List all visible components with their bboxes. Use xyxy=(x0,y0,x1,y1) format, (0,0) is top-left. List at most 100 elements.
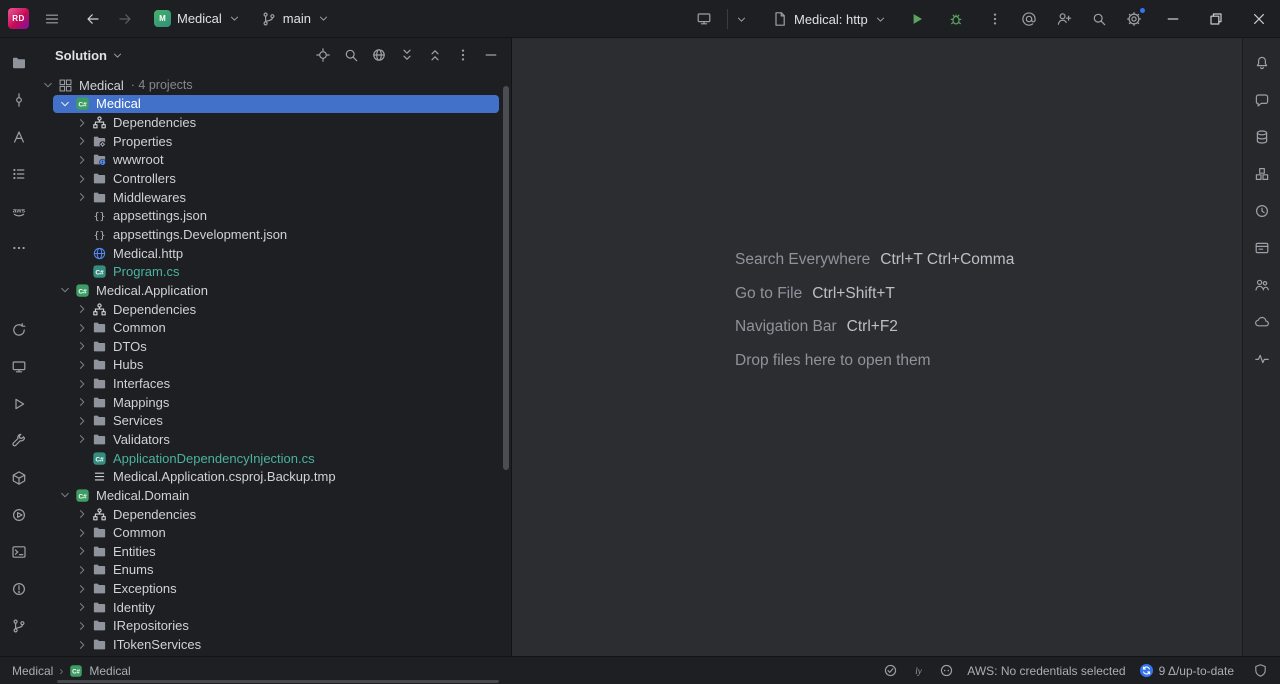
tree-item-common[interactable]: Common xyxy=(38,523,511,542)
chevron-right-icon[interactable] xyxy=(73,414,90,428)
tool-button-nuget[interactable] xyxy=(1248,160,1276,188)
tree-item-validators[interactable]: Validators xyxy=(38,430,511,449)
tree-item-services[interactable]: Services xyxy=(38,412,511,431)
breadcrumb-item[interactable]: Medical xyxy=(12,664,53,678)
git-sync-widget[interactable]: 9 Δ/up-to-date xyxy=(1139,663,1234,678)
tree-item-medical-domain[interactable]: C#Medical.Domain xyxy=(38,486,511,505)
chevron-right-icon[interactable] xyxy=(73,432,90,446)
collapse-all-button[interactable] xyxy=(425,45,445,65)
main-menu-button[interactable] xyxy=(37,4,67,34)
copilot-icon[interactable] xyxy=(939,663,954,678)
tree-item-dependencies[interactable]: Dependencies xyxy=(38,300,511,319)
tree-item-middlewares[interactable]: Middlewares xyxy=(38,188,511,207)
tool-button-restore[interactable] xyxy=(5,316,33,344)
panel-title-chevron-icon[interactable] xyxy=(111,49,124,62)
tree-item-medical[interactable]: C#Medical xyxy=(38,95,511,114)
tree-item-common[interactable]: Common xyxy=(38,318,511,337)
rider-logo[interactable]: RD xyxy=(8,8,29,29)
tree-item-exceptions[interactable]: Exceptions xyxy=(38,579,511,598)
tool-button-profiler[interactable] xyxy=(1248,345,1276,373)
tree-item-medical[interactable]: Medical· 4 projects xyxy=(38,76,511,95)
tree-item-wwwroot[interactable]: wwwroot xyxy=(38,151,511,170)
chevron-right-icon[interactable] xyxy=(73,526,90,540)
chevron-right-icon[interactable] xyxy=(73,134,90,148)
horizontal-scrollbar[interactable] xyxy=(57,680,499,683)
grammar-icon[interactable]: ly xyxy=(911,663,926,678)
project-selector[interactable]: M Medical xyxy=(147,4,248,34)
more-options-button[interactable] xyxy=(453,45,473,65)
more-run-options-button[interactable] xyxy=(980,4,1010,34)
tree-item-medical-application[interactable]: C#Medical.Application xyxy=(38,281,511,300)
shield-icon[interactable] xyxy=(1253,663,1268,678)
back-button[interactable] xyxy=(78,4,108,34)
locate-file-button[interactable] xyxy=(313,45,333,65)
tool-button-solution-explorer[interactable] xyxy=(5,49,33,77)
tool-button-version-control[interactable] xyxy=(5,612,33,640)
run-button[interactable] xyxy=(902,4,932,34)
tree-item-enums[interactable]: Enums xyxy=(38,561,511,580)
chevron-down-icon[interactable] xyxy=(56,283,73,297)
tree-item-interfaces[interactable]: Interfaces xyxy=(38,374,511,393)
tool-button-device-manager[interactable] xyxy=(5,353,33,381)
settings-button[interactable] xyxy=(1119,4,1149,34)
tool-button-database[interactable] xyxy=(1248,123,1276,151)
device-button[interactable] xyxy=(689,4,719,34)
tree-item-identity[interactable]: Identity xyxy=(38,598,511,617)
chevron-right-icon[interactable] xyxy=(73,544,90,558)
tool-button-endpoints[interactable] xyxy=(1248,234,1276,262)
tool-button-ai-assistant[interactable] xyxy=(5,123,33,151)
tree-item-medical-application-csproj-backup-tmp[interactable]: Medical.Application.csproj.Backup.tmp xyxy=(38,467,511,486)
minimize-button[interactable] xyxy=(1151,0,1194,38)
chevron-right-icon[interactable] xyxy=(73,582,90,596)
tree-item-medical-http[interactable]: Medical.http xyxy=(38,244,511,263)
chevron-down-icon[interactable] xyxy=(39,78,56,92)
tool-button-local-history[interactable] xyxy=(1248,197,1276,225)
tree-item-dependencies[interactable]: Dependencies xyxy=(38,113,511,132)
invite-user-button[interactable] xyxy=(1049,4,1079,34)
tool-button-services[interactable] xyxy=(5,501,33,529)
chevron-right-icon[interactable] xyxy=(73,600,90,614)
chevron-down-icon[interactable] xyxy=(56,97,73,111)
tree-item-dependencies[interactable]: Dependencies xyxy=(38,505,511,524)
branch-selector[interactable]: main xyxy=(254,4,337,34)
tool-button-structure[interactable] xyxy=(5,160,33,188)
tool-button-notifications[interactable] xyxy=(1248,49,1276,77)
forward-button[interactable] xyxy=(110,4,140,34)
vertical-scrollbar[interactable] xyxy=(503,86,509,470)
tool-button-docker[interactable] xyxy=(5,464,33,492)
chevron-right-icon[interactable] xyxy=(73,190,90,204)
tree-item-entities[interactable]: Entities xyxy=(38,542,511,561)
tool-button-aws-toolkit[interactable]: aws xyxy=(5,197,33,225)
breadcrumb-item[interactable]: Medical xyxy=(89,664,130,678)
chevron-right-icon[interactable] xyxy=(73,321,90,335)
tree-item-dtos[interactable]: DTOs xyxy=(38,337,511,356)
chevron-right-icon[interactable] xyxy=(73,358,90,372)
chevron-right-icon[interactable] xyxy=(73,153,90,167)
tree-item-appsettings-json[interactable]: {}appsettings.json xyxy=(38,206,511,225)
chevron-down-icon[interactable] xyxy=(735,13,748,26)
tool-button-commit[interactable] xyxy=(5,86,33,114)
tool-button-more-tool-windows[interactable] xyxy=(5,234,33,262)
editor-area[interactable]: Search EverywhereCtrl+T Ctrl+CommaGo to … xyxy=(512,38,1242,656)
tool-button-code-with-me[interactable] xyxy=(1248,271,1276,299)
code-with-me-button[interactable] xyxy=(1014,4,1044,34)
tool-button-run[interactable] xyxy=(5,390,33,418)
aws-status[interactable]: AWS: No credentials selected xyxy=(967,664,1125,678)
run-config-selector[interactable]: Medical: http xyxy=(765,4,894,34)
scope-button[interactable] xyxy=(369,45,389,65)
restore-button[interactable] xyxy=(1194,0,1237,38)
tree-item-hubs[interactable]: Hubs xyxy=(38,356,511,375)
tree-item-properties[interactable]: Properties xyxy=(38,132,511,151)
tree-item-itokenservices[interactable]: ITokenServices xyxy=(38,635,511,654)
tree-item-controllers[interactable]: Controllers xyxy=(38,169,511,188)
chevron-right-icon[interactable] xyxy=(73,377,90,391)
expand-all-button[interactable] xyxy=(397,45,417,65)
chevron-right-icon[interactable] xyxy=(73,339,90,353)
chevron-right-icon[interactable] xyxy=(73,563,90,577)
chevron-down-icon[interactable] xyxy=(56,488,73,502)
tool-button-problems[interactable] xyxy=(5,575,33,603)
inspections-ok-icon[interactable] xyxy=(883,663,898,678)
chevron-right-icon[interactable] xyxy=(73,507,90,521)
hide-panel-button[interactable] xyxy=(481,45,501,65)
tree-item-mappings[interactable]: Mappings xyxy=(38,393,511,412)
